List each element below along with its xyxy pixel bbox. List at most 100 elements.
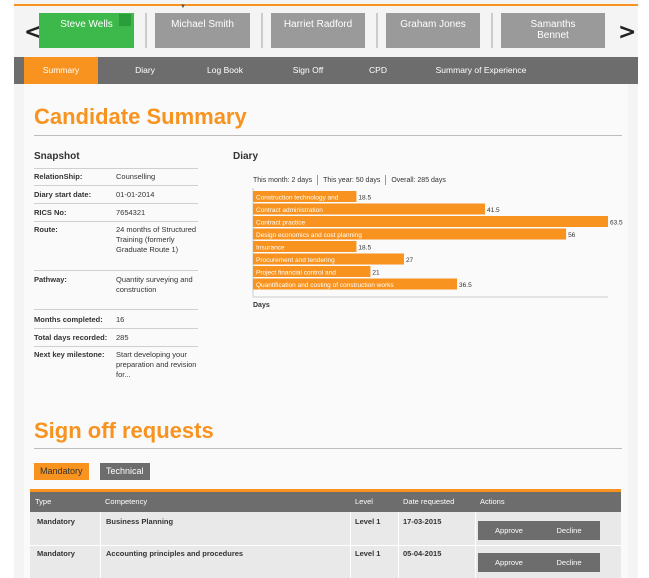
- selected-badge-icon: [119, 14, 131, 26]
- col-date-requested: Date requested: [403, 497, 455, 506]
- chart-category-label: Project financial control and: [256, 269, 336, 276]
- chart-category-label: Quantification and costing of constructi…: [256, 282, 394, 289]
- col-level: Level: [355, 497, 373, 506]
- person-tab-harriet-radford[interactable]: Harriet Radford: [271, 13, 365, 48]
- person-name: Samanths Bennet: [530, 19, 576, 41]
- cell-competency: Business Planning: [106, 517, 174, 526]
- snapshot-label: Next key milestone:: [34, 350, 105, 359]
- table-header: Type Competency Level Date requested Act…: [30, 492, 621, 512]
- stat-divider: [317, 175, 319, 185]
- snapshot-heading: Snapshot: [34, 151, 80, 162]
- snapshot-label: RICS No:: [34, 208, 67, 217]
- tab-summary-of-experience[interactable]: Summary of Experience: [424, 57, 538, 84]
- col-competency: Competency: [105, 497, 148, 506]
- chart-value-label: 27: [406, 257, 414, 264]
- person-tab-michael-smith[interactable]: Michael Smith: [155, 13, 250, 48]
- tab-cpd[interactable]: CPD: [360, 57, 396, 84]
- snapshot-divider: [34, 168, 198, 169]
- chart-value-label: 18.5: [358, 244, 371, 251]
- chart-category-label: Construction technology and: [256, 194, 339, 201]
- chart-x-axis-label: Days: [253, 302, 270, 309]
- person-divider: [145, 13, 147, 48]
- chart-category-label: Insurance: [256, 244, 285, 251]
- stat-this-year: This year: 50 days: [323, 176, 381, 184]
- tab-diary[interactable]: Diary: [120, 57, 170, 84]
- chart-bar: [253, 216, 608, 227]
- cell-date: 05-04-2015: [403, 549, 442, 558]
- next-arrow-icon[interactable]: >: [618, 20, 636, 45]
- snapshot-divider: [34, 185, 198, 186]
- person-name: Graham Jones: [400, 19, 466, 30]
- chart-value-label: 21: [372, 269, 380, 276]
- diary-stats: This month: 2 days This year: 50 days Over…: [253, 175, 446, 185]
- snapshot-value: 24 months of Structured Training (former…: [116, 225, 197, 254]
- tab-technical[interactable]: Technical: [100, 463, 150, 480]
- approve-button[interactable]: Approve: [478, 521, 540, 540]
- snapshot-label: Months completed:: [34, 315, 103, 324]
- snapshot-divider: [34, 203, 198, 204]
- snapshot-divider: [34, 270, 198, 271]
- snapshot-value: Start developing your preparation and re…: [116, 350, 197, 379]
- chart-category-label: Contract practice: [256, 219, 306, 226]
- stat-this-month: This month: 2 days: [253, 176, 313, 184]
- snapshot-divider: [34, 328, 198, 329]
- snapshot-label: Total days recorded:: [34, 333, 108, 342]
- col-type: Type: [35, 497, 52, 506]
- diary-bar-chart: Construction technology and 18.5 Contract …: [252, 188, 623, 298]
- snapshot-value: Counselling: [116, 172, 156, 181]
- snapshot-value: 7654321: [116, 208, 146, 217]
- decline-button[interactable]: Decline: [538, 553, 600, 572]
- chart-category-label: Contract administration: [256, 207, 323, 214]
- person-tab-graham-jones[interactable]: Graham Jones: [386, 13, 480, 48]
- tab-summary[interactable]: Summary: [24, 57, 98, 84]
- col-actions: Actions: [480, 497, 505, 506]
- top-accent-line: [14, 4, 638, 6]
- person-name: Harriet Radford: [283, 19, 353, 30]
- cell-competency: Accounting principles and procedures: [106, 549, 244, 558]
- chart-value-label: 56: [568, 232, 576, 239]
- cell-type: Mandatory: [37, 517, 75, 526]
- chart-value-label: 63.5: [610, 219, 623, 226]
- chart-value-label: 18.5: [358, 194, 371, 201]
- snapshot-label: Diary start date:: [34, 190, 92, 199]
- chart-category-label: Procurement and tendering: [256, 257, 335, 264]
- snapshot-label: Pathway:: [34, 275, 67, 284]
- snapshot-value: 01-01-2014: [116, 190, 155, 199]
- snapshot-divider: [34, 309, 198, 310]
- snapshot-value: Quantity surveying and construction: [116, 275, 193, 294]
- person-tab-steve-wells[interactable]: Steve Wells: [39, 13, 134, 48]
- person-divider: [491, 13, 493, 48]
- tab-log-book[interactable]: Log Book: [195, 57, 255, 84]
- tab-mandatory[interactable]: Mandatory: [34, 463, 89, 480]
- person-tab-samanths-bennet[interactable]: Samanths Bennet: [501, 13, 605, 48]
- person-divider: [376, 13, 378, 48]
- title-divider: [34, 135, 622, 136]
- stat-divider: [385, 175, 387, 185]
- chart-value-label: 36.5: [459, 282, 472, 289]
- cell-level: Level 1: [355, 517, 381, 526]
- snapshot-label: Route:: [34, 225, 58, 234]
- cell-date: 17-03-2015: [403, 517, 442, 526]
- cell-level: Level 1: [355, 549, 381, 558]
- person-name: Michael Smith: [171, 19, 234, 30]
- snapshot-divider: [34, 221, 198, 222]
- tab-sign-off[interactable]: Sign Off: [280, 57, 336, 84]
- person-name: Steve Wells: [60, 19, 113, 30]
- snapshot-value: 285: [116, 333, 129, 342]
- decline-button[interactable]: Decline: [538, 521, 600, 540]
- signoff-divider: [34, 448, 622, 449]
- diary-heading: Diary: [233, 151, 259, 162]
- row-divider: [30, 545, 621, 546]
- caret-down-icon: ▼: [180, 4, 186, 10]
- chart-value-label: 41.5: [487, 207, 500, 214]
- page-title: Candidate Summary: [34, 104, 247, 129]
- snapshot-label: RelationShip:: [34, 172, 83, 181]
- cell-type: Mandatory: [37, 549, 75, 558]
- snapshot-divider: [34, 346, 198, 347]
- stat-overall: Overall: 285 days: [391, 176, 446, 184]
- chart-category-label: Design economics and cost planning: [256, 232, 362, 239]
- person-divider: [261, 13, 263, 48]
- approve-button[interactable]: Approve: [478, 553, 540, 572]
- snapshot-value: 16: [116, 315, 125, 324]
- signoff-title: Sign off requests: [34, 418, 214, 443]
